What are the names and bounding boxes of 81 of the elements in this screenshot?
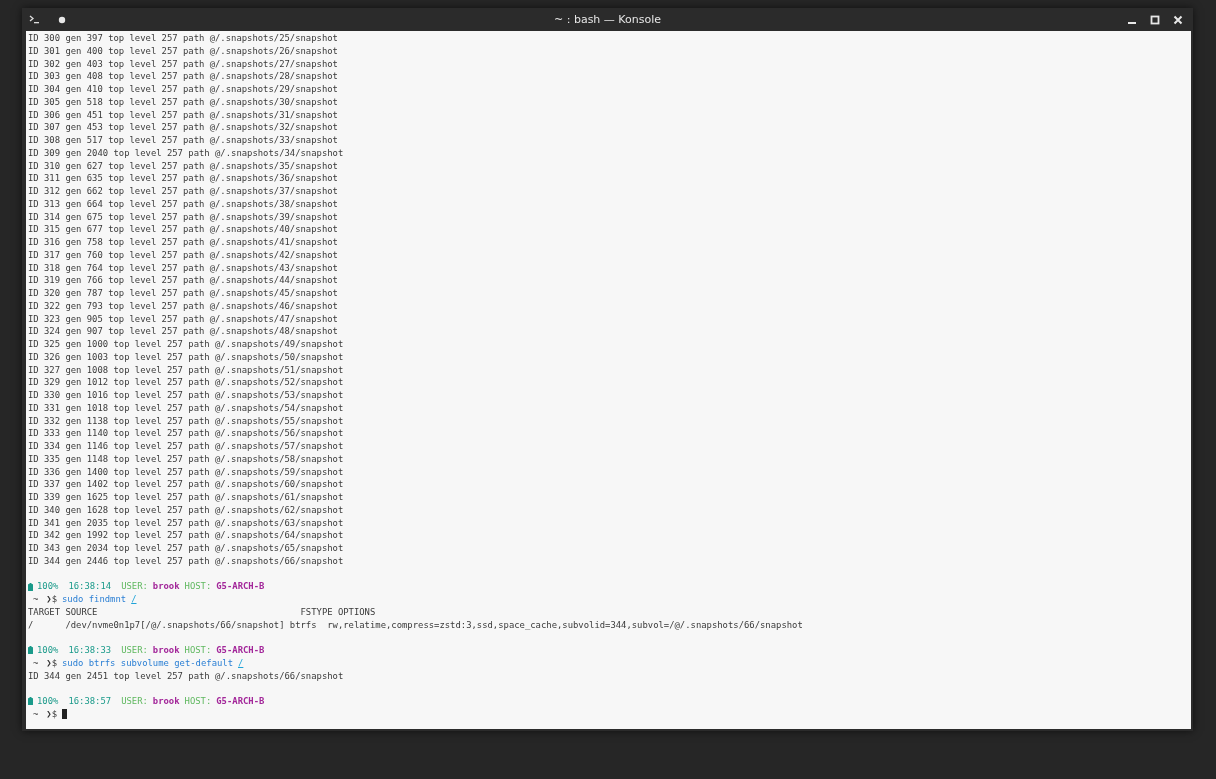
output-line: ID 311 gen 635 top level 257 path @/.snapshots/36/snapshot (28, 172, 339, 185)
output-line: ID 333 gen 1140 top level 257 path @/.snapshots/56/snapshot (28, 427, 345, 440)
output-line: ID 334 gen 1146 top level 257 path @/.snapshots/57/snapshot (28, 440, 345, 453)
output-line: ID 339 gen 1625 top level 257 path @/.snapshots/61/snapshot (28, 491, 345, 504)
output-line: ID 336 gen 1400 top level 257 path @/.snapshots/59/snapshot (28, 465, 345, 479)
user-label: USER: (121, 644, 148, 657)
battery-level: 100% (37, 580, 59, 593)
battery-icon (28, 582, 33, 591)
host-name: G5-ARCH-B (216, 580, 265, 593)
command-text: sudo btrfs subvolume get-default (62, 656, 233, 670)
output-line: ID 318 gen 764 top level 257 path @/.snapshots/43/snapshot (28, 261, 339, 275)
terminal-icon[interactable] (28, 13, 42, 26)
host-label: HOST: (184, 695, 212, 708)
clock-time: 16:38:33 (68, 644, 112, 657)
output-line: TARGET SOURCE FSTYPE OPTIONS (28, 605, 377, 619)
clock-time: 16:38:57 (68, 695, 112, 708)
user-name: brook (152, 644, 180, 657)
output-line: ID 303 gen 408 top level 257 path @/.snapshots/28/snapshot (28, 70, 339, 83)
host-name: G5-ARCH-B (216, 695, 265, 708)
command-argument: / (131, 593, 137, 606)
output-line: ID 302 gen 403 top level 257 path @/.snapshots/27/snapshot (28, 57, 339, 71)
output-line: ID 344 gen 2451 top level 257 path @/.snapshots/66/snapshot (28, 669, 345, 683)
prompt-symbol: ❯$ (46, 656, 58, 670)
output-line: ID 300 gen 397 top level 257 path @/.snapshots/25/snapshot (28, 32, 339, 45)
host-label: HOST: (184, 644, 212, 657)
output-line: ID 343 gen 2034 top level 257 path @/.snapshots/65/snapshot (28, 542, 345, 555)
output-line: ID 331 gen 1018 top level 257 path @/.snapshots/54/snapshot (28, 401, 345, 415)
output-line: ID 320 gen 787 top level 257 path @/.snapshots/45/snapshot (28, 287, 339, 300)
clock-time: 16:38:14 (68, 580, 112, 593)
output-line: ID 327 gen 1008 top level 257 path @/.snapshots/51/snapshot (28, 363, 345, 377)
output-line: ID 335 gen 1148 top level 257 path @/.snapshots/58/snapshot (28, 452, 345, 466)
output-line: ID 315 gen 677 top level 257 path @/.snapshots/40/snapshot (28, 223, 339, 236)
prompt-directory: ~ (33, 707, 39, 721)
output-line: ID 306 gen 451 top level 257 path @/.snapshots/31/snapshot (28, 108, 339, 122)
output-line: ID 308 gen 517 top level 257 path @/.snapshots/33/snapshot (28, 134, 339, 147)
output-line: ID 301 gen 400 top level 257 path @/.snapshots/26/snapshot (28, 44, 339, 58)
pin-icon[interactable] (58, 15, 66, 24)
output-line: ID 344 gen 2446 top level 257 path @/.snapshots/66/snapshot (28, 554, 345, 568)
output-line: ID 325 gen 1000 top level 257 path @/.snapshots/49/snapshot (28, 338, 345, 351)
output-line: ID 340 gen 1628 top level 257 path @/.snapshots/62/snapshot (28, 503, 345, 517)
output-line: ID 310 gen 627 top level 257 path @/.snapshots/35/snapshot (28, 159, 339, 173)
output-line: ID 317 gen 760 top level 257 path @/.snapshots/42/snapshot (28, 248, 339, 262)
close-icon[interactable] (1173, 14, 1183, 25)
host-name: G5-ARCH-B (216, 644, 265, 657)
user-label: USER: (121, 580, 148, 593)
battery-level: 100% (37, 644, 59, 657)
battery-icon (28, 697, 33, 706)
output-line: ID 337 gen 1402 top level 257 path @/.snapshots/60/snapshot (28, 478, 345, 491)
host-label: HOST: (184, 580, 212, 593)
output-line: ID 312 gen 662 top level 257 path @/.snapshots/37/snapshot (28, 185, 339, 198)
output-line: ID 326 gen 1003 top level 257 path @/.snapshots/50/snapshot (28, 350, 345, 364)
output-line: ID 330 gen 1016 top level 257 path @/.snapshots/53/snapshot (28, 389, 345, 402)
output-line: ID 322 gen 793 top level 257 path @/.snapshots/46/snapshot (28, 299, 339, 313)
output-line: ID 307 gen 453 top level 257 path @/.snapshots/32/snapshot (28, 121, 339, 134)
user-label: USER: (121, 695, 148, 708)
prompt-symbol: ❯$ (46, 707, 58, 721)
output-line: ID 313 gen 664 top level 257 path @/.snapshots/38/snapshot (28, 197, 339, 211)
output-line: ID 305 gen 518 top level 257 path @/.snapshots/30/snapshot (28, 95, 339, 109)
prompt-directory: ~ (33, 656, 39, 670)
output-line: ID 341 gen 2035 top level 257 path @/.snapshots/63/snapshot (28, 516, 345, 530)
output-line: ID 324 gen 907 top level 257 path @/.snapshots/48/snapshot (28, 325, 339, 338)
prompt-directory: ~ (33, 593, 39, 606)
user-name: brook (152, 580, 180, 593)
output-line: ID 342 gen 1992 top level 257 path @/.snapshots/64/snapshot (28, 529, 345, 542)
output-line: ID 309 gen 2040 top level 257 path @/.snapshots/34/snapshot (28, 146, 345, 160)
maximize-icon[interactable] (1150, 14, 1160, 25)
output-line: ID 319 gen 766 top level 257 path @/.snapshots/44/snapshot (28, 274, 339, 287)
output-line: ID 323 gen 905 top level 257 path @/.snapshots/47/snapshot (28, 312, 339, 326)
output-line: ID 316 gen 758 top level 257 path @/.snapshots/41/snapshot (28, 236, 339, 249)
command-argument: / (238, 656, 244, 670)
battery-icon (28, 646, 33, 655)
output-line: ID 329 gen 1012 top level 257 path @/.snapshots/52/snapshot (28, 376, 345, 389)
output-line: ID 332 gen 1138 top level 257 path @/.snapshots/55/snapshot (28, 414, 345, 428)
output-line: ID 314 gen 675 top level 257 path @/.snapshots/39/snapshot (28, 210, 339, 224)
window-title: ~ : bash — Konsole (554, 13, 661, 26)
user-name: brook (152, 695, 180, 708)
output-line: / /dev/nvme0n1p7[/@/.snapshots/66/snapshot] btrfs rw,relatime,compress=zstd:3,ssd,space_cache,subvolid=344,subvol=/@/.snapshots/66/snapshot (28, 618, 804, 632)
prompt-symbol: ❯$ (46, 593, 58, 606)
output-line: ID 304 gen 410 top level 257 path @/.snapshots/29/snapshot (28, 83, 339, 96)
battery-level: 100% (37, 695, 59, 708)
command-text: sudo findmnt (62, 593, 127, 606)
